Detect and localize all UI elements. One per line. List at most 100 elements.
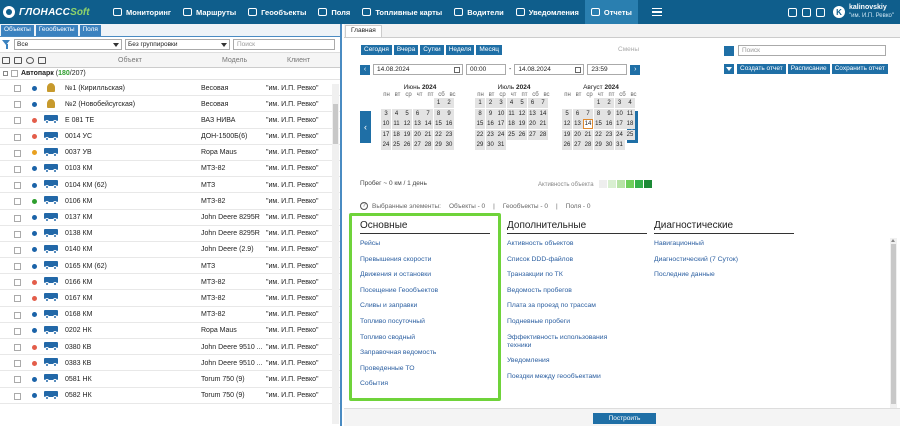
calendar-day[interactable]: 6: [412, 108, 423, 119]
filter-icon[interactable]: [2, 40, 11, 49]
period-month-button[interactable]: Месяц: [476, 45, 502, 55]
calendar-day[interactable]: 12: [562, 119, 572, 129]
calendar-day[interactable]: 1: [475, 98, 485, 108]
nav-drivers[interactable]: Водители: [448, 0, 510, 24]
calendar-day[interactable]: 7: [583, 108, 593, 119]
calendar-day[interactable]: 16: [604, 119, 614, 129]
calendar-day[interactable]: 11: [506, 108, 517, 119]
calendar-day[interactable]: 17: [496, 119, 506, 129]
calendar-icon[interactable]: [454, 67, 460, 73]
objects-scrollbar[interactable]: [332, 84, 339, 424]
row-checkbox[interactable]: [14, 85, 21, 92]
report-link[interactable]: Ведомость пробегов: [507, 287, 627, 295]
calendar-day[interactable]: 8: [475, 108, 485, 119]
report-link[interactable]: Диагностический (7 Суток): [654, 256, 794, 264]
tab-objects[interactable]: Объекты: [1, 25, 34, 36]
calendar-day[interactable]: 1: [433, 98, 444, 108]
calendar-day[interactable]: 1: [593, 98, 604, 108]
table-row[interactable]: 0168 КМ МТЗ-82 "им. И.П. Ревко": [0, 307, 340, 323]
report-link[interactable]: Рейсы: [360, 240, 490, 248]
calendar-day[interactable]: 12: [402, 119, 412, 129]
calendar-day[interactable]: 21: [423, 129, 433, 140]
calendar-day[interactable]: 22: [593, 129, 604, 140]
calendar-day[interactable]: 31: [496, 140, 506, 150]
report-search-input[interactable]: Поиск: [738, 45, 886, 56]
report-link[interactable]: Транзакции по ТК: [507, 271, 627, 279]
report-link[interactable]: Поездки между геообъектами: [507, 373, 627, 381]
calendar-day[interactable]: 4: [391, 108, 402, 119]
calendar-day[interactable]: 31: [614, 140, 625, 150]
next-period-button[interactable]: ›: [630, 64, 641, 75]
report-link[interactable]: Активность объектов: [507, 240, 627, 248]
calendar-day[interactable]: 15: [475, 119, 485, 129]
calendar-day[interactable]: 30: [604, 140, 614, 150]
report-link[interactable]: Подневные пробеги: [507, 318, 627, 326]
calendar-day[interactable]: 14: [538, 108, 548, 119]
calendar-day[interactable]: 19: [562, 129, 572, 140]
grouping-select[interactable]: Без группировки: [125, 39, 230, 50]
report-link[interactable]: Уведомления: [507, 357, 627, 365]
table-row[interactable]: Е 081 ТЕ ВАЗ НИВА "им. И.П. Ревко": [0, 112, 340, 129]
calendar-day[interactable]: 5: [402, 108, 412, 119]
calendar-day[interactable]: 27: [572, 140, 583, 150]
calendar-prev-button[interactable]: ‹: [360, 111, 371, 143]
calendar-day[interactable]: 7: [423, 108, 433, 119]
report-link[interactable]: Заправочная ведомость: [360, 349, 490, 357]
table-row[interactable]: 0104 КМ (62) МТЗ "им. И.П. Ревко": [0, 177, 340, 194]
row-checkbox[interactable]: [14, 101, 21, 109]
prev-period-button[interactable]: ‹: [360, 64, 370, 75]
calendar-day[interactable]: 10: [496, 108, 506, 119]
calendar-day[interactable]: 29: [433, 140, 444, 150]
calendar-day[interactable]: 22: [433, 129, 444, 140]
bell-icon[interactable]: [788, 7, 797, 17]
calendar-day[interactable]: 11: [391, 119, 402, 129]
object-search-input[interactable]: Поиск: [233, 39, 335, 50]
calendar-day[interactable]: 24: [496, 129, 506, 140]
schedule-button[interactable]: Расписание: [787, 64, 830, 74]
calendar-day[interactable]: 10: [614, 108, 625, 119]
table-row[interactable]: 0581 НК Torum 750 (9) "им. И.П. Ревко": [0, 371, 340, 388]
table-row[interactable]: 0106 КМ МТЗ-82 "им. И.П. Ревко": [0, 193, 340, 210]
calendar-day[interactable]: 28: [423, 140, 433, 150]
menu-icon[interactable]: [651, 8, 662, 16]
scroll-thumb[interactable]: [333, 104, 338, 144]
calendar-day[interactable]: 20: [527, 119, 538, 129]
calendar-day[interactable]: 16: [444, 119, 454, 129]
table-row[interactable]: 0014 УС ДОН-1500Б(6) "им. И.П. Ревко": [0, 129, 340, 145]
report-link[interactable]: Последние данные: [654, 271, 794, 279]
row-checkbox[interactable]: [14, 344, 21, 351]
row-checkbox[interactable]: [14, 133, 21, 141]
row-checkbox[interactable]: [14, 198, 21, 206]
row-checkbox[interactable]: [14, 360, 21, 368]
refresh-icon[interactable]: [26, 56, 34, 64]
save-report-button[interactable]: Сохранить отчет: [831, 64, 888, 74]
calendar-day[interactable]: 25: [391, 140, 402, 150]
group-row-autopark[interactable]: Автопарк (180/207): [0, 68, 340, 80]
calendar-day[interactable]: 13: [412, 119, 423, 129]
calendar-day[interactable]: 2: [485, 98, 496, 108]
report-link[interactable]: События: [360, 380, 490, 388]
report-link[interactable]: Посещение Геообъектов: [360, 287, 490, 295]
row-checkbox[interactable]: [14, 117, 21, 125]
calendar-day[interactable]: 12: [517, 108, 527, 119]
help-icon[interactable]: ?: [360, 202, 368, 210]
calendar-day[interactable]: 21: [583, 129, 593, 140]
tab-fields[interactable]: Поля: [79, 25, 101, 36]
table-row[interactable]: 0202 НК Ropa Maus "им. И.П. Ревко": [0, 323, 340, 339]
calendar-day[interactable]: 3: [614, 98, 625, 108]
calendar-day[interactable]: 26: [562, 140, 572, 150]
build-report-button[interactable]: Построить: [593, 413, 656, 424]
nav-routes[interactable]: Маршруты: [177, 0, 242, 24]
calendar-day[interactable]: 20: [412, 129, 423, 140]
row-checkbox[interactable]: [14, 214, 21, 222]
table-row[interactable]: 0037 УВ Ropa Maus "им. И.П. Ревко": [0, 145, 340, 161]
calendar-day[interactable]: 22: [475, 129, 485, 140]
calendar-day[interactable]: 18: [391, 129, 402, 140]
report-link[interactable]: Топливо посуточный: [360, 318, 490, 326]
calendar-day[interactable]: 14: [583, 119, 593, 129]
group-checkbox[interactable]: [11, 70, 18, 77]
expand-all-icon[interactable]: [2, 56, 10, 64]
period-yesterday-button[interactable]: Вчера: [393, 45, 419, 55]
calendar-day[interactable]: 18: [506, 119, 517, 129]
user-info[interactable]: kalinovskiy "им. И.П. Ревко": [849, 4, 894, 20]
